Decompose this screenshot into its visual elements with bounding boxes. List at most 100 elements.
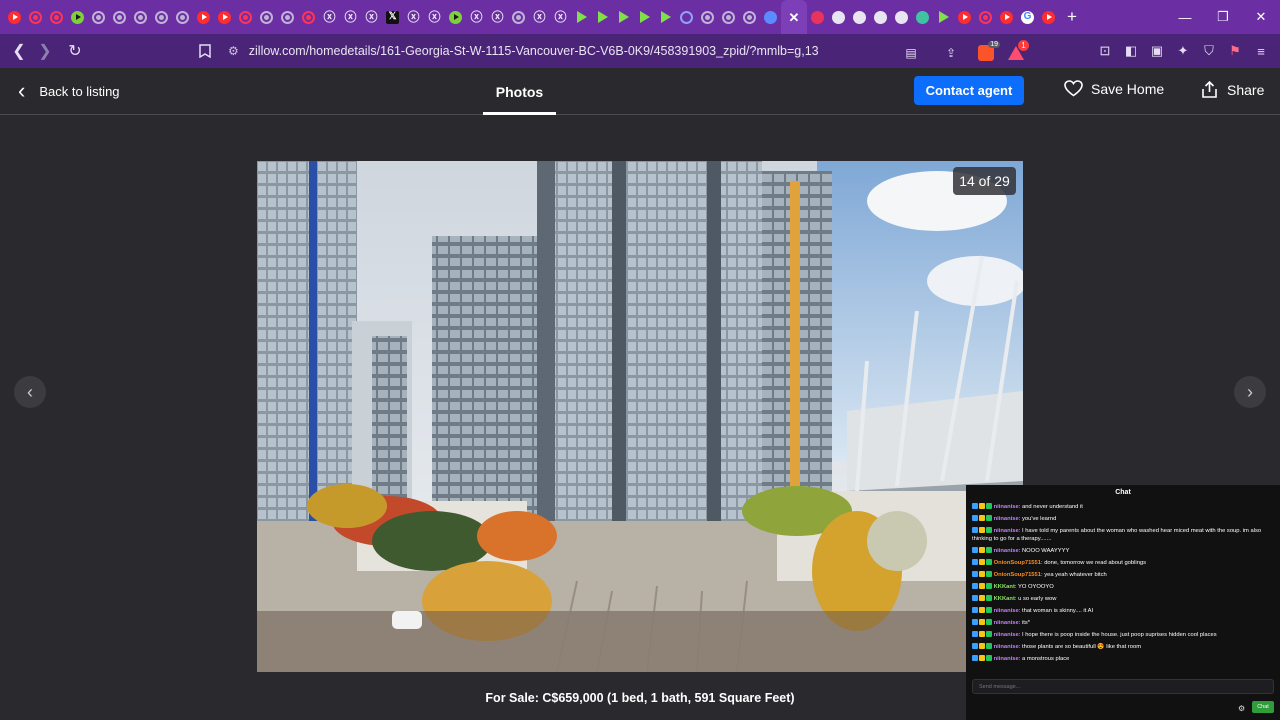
browser-tab[interactable] [25, 0, 46, 34]
sidebar-icon[interactable]: ◧ [1120, 40, 1142, 62]
browser-tab[interactable]: ⓧ [361, 0, 382, 34]
browser-tab[interactable]: ⓧ [340, 0, 361, 34]
browser-tab[interactable] [277, 0, 298, 34]
chat-username[interactable]: niinanise [994, 632, 1019, 638]
browser-tab[interactable]: ✕ [781, 0, 807, 34]
browser-tab[interactable] [592, 0, 613, 34]
browser-tab[interactable] [130, 0, 151, 34]
reader-mode-icon[interactable]: ▤ [898, 40, 924, 66]
reload-icon[interactable]: ↻ [62, 38, 88, 64]
minimize-icon[interactable]: — [1166, 10, 1204, 25]
browser-tab[interactable] [613, 0, 634, 34]
browser-tab[interactable]: ⓧ [424, 0, 445, 34]
browser-tab[interactable] [933, 0, 954, 34]
contact-agent-button[interactable]: Contact agent [914, 76, 1024, 105]
browser-tab[interactable] [870, 0, 891, 34]
browser-tab[interactable] [1038, 0, 1059, 34]
chat-send-button[interactable]: Chat [1252, 701, 1274, 713]
browser-tab[interactable]: ⓧ [403, 0, 424, 34]
chat-username[interactable]: KKKant [994, 584, 1015, 590]
chat-username[interactable]: niinanise [994, 548, 1019, 554]
tab-search-icon[interactable]: ⊡ [1094, 40, 1116, 62]
chat-settings-icon[interactable]: ⚙ [1238, 704, 1245, 713]
chat-username[interactable]: niinanise [994, 516, 1019, 522]
browser-tab[interactable] [256, 0, 277, 34]
browser-tab[interactable] [739, 0, 760, 34]
chat-username[interactable]: niinanise [994, 528, 1019, 534]
brave-rewards-icon[interactable]: 1 [1008, 40, 1029, 60]
browser-tab[interactable] [298, 0, 319, 34]
tab-favicon-icon [1000, 10, 1013, 24]
browser-tab[interactable] [508, 0, 529, 34]
close-window-icon[interactable]: ✕ [1242, 9, 1280, 25]
browser-tab[interactable] [891, 0, 912, 34]
new-tab-button[interactable]: + [1067, 7, 1077, 27]
tab-favicon-icon: ⓧ [365, 10, 378, 24]
chat-username[interactable]: niinanise [994, 608, 1019, 614]
save-home-button[interactable]: Save Home [1064, 80, 1164, 97]
browser-tab[interactable] [849, 0, 870, 34]
menu-icon[interactable]: ≡ [1250, 40, 1272, 62]
previous-photo-button[interactable]: ‹ [14, 376, 46, 408]
share-page-icon[interactable]: ⇪ [938, 40, 964, 66]
browser-tab[interactable] [214, 0, 235, 34]
browser-tab[interactable]: ⓧ [487, 0, 508, 34]
chat-username[interactable]: niinanise [994, 644, 1019, 650]
restore-icon[interactable]: ❐ [1204, 9, 1242, 25]
browser-tab[interactable]: ⓧ [319, 0, 340, 34]
wallet-icon[interactable]: ▣ [1146, 40, 1168, 62]
browser-tab[interactable] [193, 0, 214, 34]
chat-username[interactable]: niinanise [994, 656, 1019, 662]
back-icon[interactable]: ❮ [6, 38, 32, 64]
browser-tab[interactable] [571, 0, 592, 34]
browser-tab[interactable] [655, 0, 676, 34]
browser-tab[interactable] [172, 0, 193, 34]
browser-tab[interactable] [697, 0, 718, 34]
browser-tab[interactable] [88, 0, 109, 34]
browser-tab[interactable] [996, 0, 1017, 34]
chat-username[interactable]: OnionSoup71551 [994, 572, 1041, 578]
browser-tab[interactable] [4, 0, 25, 34]
browser-tab[interactable]: ⓧ [529, 0, 550, 34]
browser-tab[interactable] [760, 0, 781, 34]
next-photo-button[interactable]: › [1234, 376, 1266, 408]
flag-extension-icon[interactable]: ⚑ [1224, 40, 1246, 62]
bookmark-icon[interactable] [192, 38, 218, 64]
browser-tab[interactable] [445, 0, 466, 34]
tab-photos[interactable]: Photos [483, 68, 556, 115]
browser-tab[interactable] [975, 0, 996, 34]
browser-tab[interactable] [235, 0, 256, 34]
forward-icon[interactable]: ❯ [32, 38, 58, 64]
browser-tab[interactable] [718, 0, 739, 34]
chat-username[interactable]: niinanise [994, 620, 1019, 626]
browser-tab[interactable] [151, 0, 172, 34]
browser-tab[interactable] [807, 0, 828, 34]
tab-favicon-icon [764, 10, 777, 24]
chat-message-input[interactable]: Send message... [972, 679, 1274, 694]
browser-tab[interactable] [67, 0, 88, 34]
tab-favicon-icon [874, 10, 887, 24]
leo-ai-icon[interactable]: ✦ [1172, 40, 1194, 62]
chat-username[interactable]: OnionSoup71551 [994, 560, 1041, 566]
browser-tab[interactable] [828, 0, 849, 34]
browser-tab[interactable]: ⓧ [466, 0, 487, 34]
browser-tab[interactable]: ⓧ [550, 0, 571, 34]
browser-tab[interactable] [109, 0, 130, 34]
browser-tab[interactable]: G [1017, 0, 1038, 34]
tab-favicon-icon [895, 10, 908, 24]
back-to-listing-link[interactable]: ‹ Back to listing [18, 80, 120, 102]
browser-tab[interactable] [46, 0, 67, 34]
browser-tab[interactable]: 𝕏 [382, 0, 403, 34]
browser-tab[interactable] [634, 0, 655, 34]
vpn-icon[interactable]: ⛉ [1198, 40, 1220, 62]
chat-username[interactable]: niinanise [994, 504, 1019, 510]
share-button[interactable]: Share [1200, 80, 1264, 99]
url-field[interactable]: ⚙ zillow.com/homedetails/161-Georgia-St-… [228, 41, 819, 61]
browser-tab[interactable] [912, 0, 933, 34]
browser-tab[interactable] [954, 0, 975, 34]
site-settings-icon[interactable]: ⚙ [228, 44, 239, 58]
browser-tab[interactable] [676, 0, 697, 34]
chat-username[interactable]: KKKant [994, 596, 1015, 602]
brave-shields-icon[interactable]: 19 [978, 41, 1000, 61]
listing-photo[interactable] [257, 161, 1023, 672]
